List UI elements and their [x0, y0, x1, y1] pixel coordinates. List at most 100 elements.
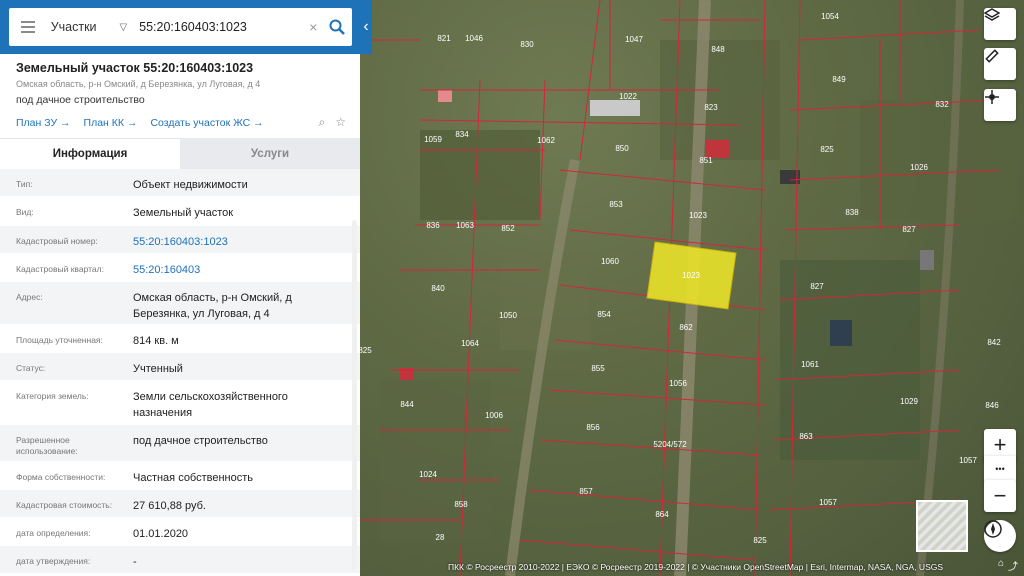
clear-icon[interactable]: ×	[304, 19, 323, 35]
info-row-value: Омская область, р-н Омский, д Березянка,…	[133, 292, 292, 320]
parcel-boundary	[799, 29, 981, 41]
plan-kk-link[interactable]: План КК →	[84, 117, 138, 129]
plot-label: 825	[753, 536, 767, 545]
ruler-button[interactable]	[984, 48, 1016, 80]
plot-label: 856	[586, 423, 600, 432]
map-canvas[interactable]: 1054 821 1046 830 1047 848 849 832 1022 823 1059 83…	[360, 0, 1024, 576]
info-row-value: Земельный участок	[133, 207, 234, 219]
plot-label: 850	[615, 144, 629, 153]
info-row: Статус: Учтенный	[0, 353, 360, 381]
plot-label: 842	[987, 338, 1001, 347]
plot-label: 832	[935, 100, 949, 109]
star-icon[interactable]: ☆	[335, 115, 346, 130]
parcel-boundary	[579, 0, 601, 161]
info-row-label: Площадь уточненная:	[16, 335, 103, 345]
minimap-thumbnail[interactable]	[916, 500, 968, 552]
layers-button[interactable]	[984, 8, 1016, 40]
search-type-label: Участки	[50, 20, 97, 34]
info-row-value: -	[133, 556, 137, 568]
info-row-label: Разрешенное использование:	[16, 435, 78, 456]
info-table: Тип: Объект недвижимости Вид: Земельный уча…	[0, 169, 360, 574]
parcel-purpose: под дачное строительство	[16, 94, 145, 106]
parcel-boundary	[559, 169, 766, 191]
info-row-label: Форма собственности:	[16, 472, 106, 482]
info-row: Кадастровый квартал: 55:20:160403	[0, 254, 360, 282]
info-row-label: Кадастровый номер:	[16, 236, 98, 246]
plot-label: 838	[845, 208, 859, 217]
plot-label: 1059	[424, 135, 442, 144]
compass-button[interactable]	[984, 520, 1016, 552]
plot-label: 1006	[485, 411, 503, 420]
plot-label: 1024	[419, 470, 437, 479]
cadastral-map-layer[interactable]: 1054 821 1046 830 1047 848 849 832 1022 823 1059 83…	[360, 0, 1024, 576]
plot-label: 825	[360, 346, 372, 355]
info-row-label: Адрес:	[16, 292, 43, 302]
road	[916, 0, 964, 576]
create-parcel-link[interactable]: Создать участок ЖС →	[150, 117, 263, 129]
plot-label: 1063	[456, 221, 474, 230]
info-row: Тип: Объект недвижимости	[0, 169, 360, 197]
plot-label: 1022	[619, 92, 637, 101]
plot-label: 857	[579, 487, 593, 496]
plot-label: 851	[699, 156, 713, 165]
plot-label: 1026	[910, 163, 928, 172]
zoom-out-button[interactable]: −	[984, 480, 1016, 512]
plot-label: 836	[426, 221, 440, 230]
plot-label: 1046	[465, 34, 483, 43]
search-box: Участки ▽ ×	[9, 8, 352, 46]
plot-label: 1047	[625, 35, 643, 44]
plot-label: 858	[454, 500, 468, 509]
parcel-links: План ЗУ → План КК → Создать участок ЖС →…	[0, 106, 360, 130]
parcel-boundary	[519, 539, 756, 561]
info-row-label: Кадастровый квартал:	[16, 264, 104, 274]
info-row-value: Учтенный	[133, 363, 183, 375]
search-icon	[329, 19, 346, 35]
collapse-panel-button[interactable]: ‹	[360, 16, 372, 38]
plot-label: 862	[679, 323, 693, 332]
building	[830, 320, 852, 346]
building	[438, 90, 452, 102]
tab-information[interactable]: Информация	[0, 138, 180, 169]
plot-label: 853	[609, 200, 623, 209]
more-button[interactable]: •••	[984, 456, 1016, 482]
plot-label: 849	[832, 75, 846, 84]
plot-label: 1061	[801, 360, 819, 369]
tab-services[interactable]: Услуги	[180, 138, 360, 169]
info-row-label: Кадастровая стоимость:	[16, 500, 113, 510]
parcel-boundary	[539, 439, 761, 456]
parcel-boundary	[529, 489, 761, 511]
parcel-boundary	[784, 224, 961, 231]
info-row: Категория земель: Земли сельскохозяйствен…	[0, 381, 360, 425]
plot-label: 1023	[689, 211, 707, 220]
plot-label: 848	[711, 45, 725, 54]
plan-zu-link[interactable]: План ЗУ →	[16, 117, 71, 129]
search-type-select[interactable]: Участки ▽	[48, 20, 131, 34]
info-row-label: дата утверждения:	[16, 556, 91, 566]
panel-scrollbar[interactable]	[352, 220, 357, 570]
share-icon[interactable]: ⤴	[1008, 558, 1018, 573]
attribution-icons: ⌂ ⤴	[998, 558, 1018, 573]
info-row-label: Тип:	[16, 179, 33, 189]
plot-label: 855	[591, 364, 605, 373]
locate-button[interactable]	[984, 89, 1016, 121]
menu-icon[interactable]	[9, 8, 48, 46]
search-document-icon[interactable]: ⌕	[319, 115, 326, 130]
plot-label: 830	[520, 40, 534, 49]
parcel-boundary	[549, 389, 766, 406]
info-row: дата утверждения: -	[0, 546, 360, 574]
terrain-patch	[380, 380, 490, 540]
info-row: Площадь уточненная: 814 кв. м	[0, 325, 360, 353]
info-row-value[interactable]: 55:20:160403	[133, 254, 343, 281]
plot-label: 5204/572	[653, 440, 687, 449]
home-icon[interactable]: ⌂	[998, 558, 1004, 573]
info-row-value[interactable]: 55:20:160403:1023	[133, 226, 343, 253]
plot-label: 1050	[499, 311, 517, 320]
search-input[interactable]	[139, 20, 304, 34]
info-row: дата определения: 01.01.2020	[0, 518, 360, 546]
plot-label: 827	[810, 282, 824, 291]
search-button[interactable]	[323, 8, 352, 46]
map-attribution: ПКК © Росреестр 2010-2022 | ЕЭКО © Росре…	[448, 562, 944, 572]
plot-label: 1057	[819, 498, 837, 507]
plot-label: 1056	[669, 379, 687, 388]
info-row: Разрешенное использование: под дачное стр…	[0, 425, 360, 462]
